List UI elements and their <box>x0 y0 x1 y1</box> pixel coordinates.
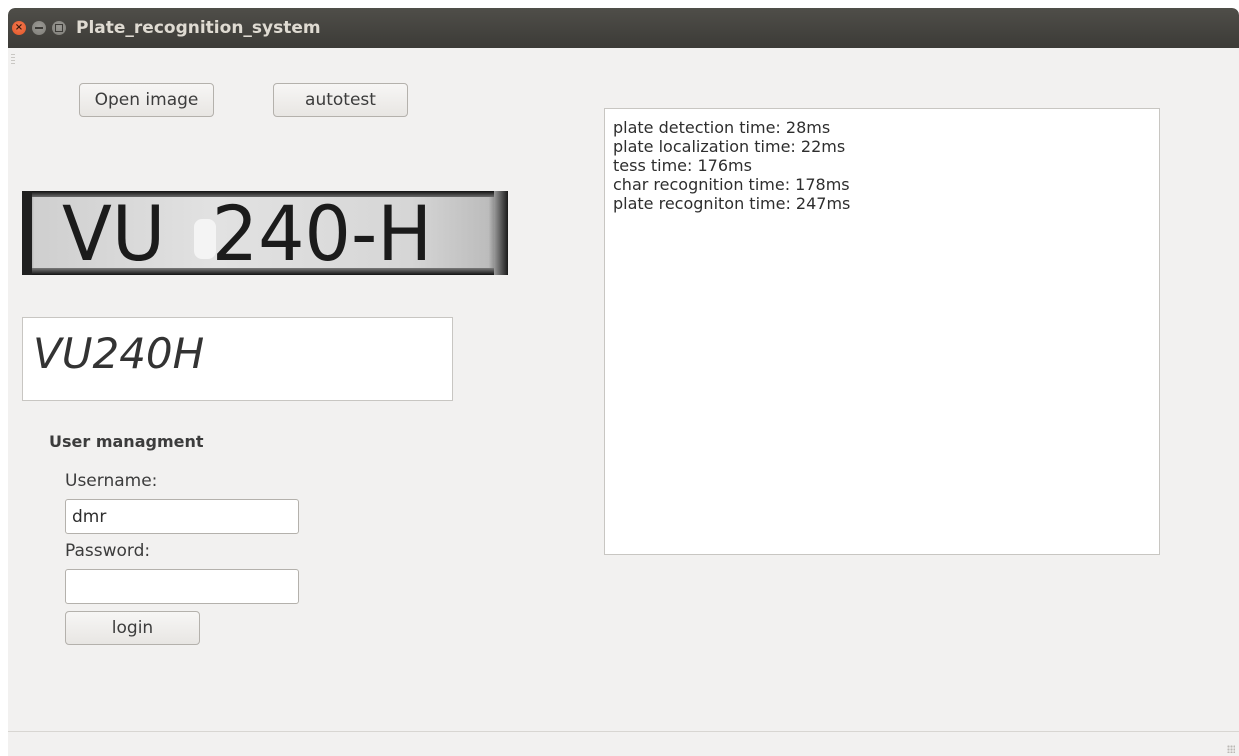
recognized-plate-display: VU240H <box>22 317 453 401</box>
username-label: Username: <box>65 471 158 491</box>
title-bar[interactable]: × Plate_recognition_system <box>8 8 1239 48</box>
application-window: × Plate_recognition_system Open image au… <box>8 8 1239 756</box>
password-label: Password: <box>65 541 151 561</box>
toolbar-grip-handle[interactable] <box>11 54 15 64</box>
log-line: char recognition time: 178ms <box>613 175 850 194</box>
log-line: plate recogniton time: 247ms <box>613 194 851 213</box>
license-plate-image: VU 240-H <box>22 191 508 275</box>
password-field[interactable] <box>65 569 299 604</box>
login-button[interactable]: login <box>65 611 200 645</box>
window-title: Plate_recognition_system <box>76 18 321 38</box>
close-icon[interactable]: × <box>12 21 26 35</box>
timing-log-panel[interactable]: plate detection time: 28ms plate localiz… <box>604 108 1160 555</box>
log-line: tess time: 176ms <box>613 156 752 175</box>
log-line: plate localization time: 22ms <box>613 137 846 156</box>
recognized-plate-text: VU240H <box>33 329 205 378</box>
user-management-heading: User managment <box>49 432 204 451</box>
minimize-icon[interactable] <box>32 21 46 35</box>
plate-image-left-edge <box>22 191 32 275</box>
log-line: plate detection time: 28ms <box>613 118 831 137</box>
resize-grip-icon[interactable] <box>1227 745 1235 753</box>
username-field[interactable] <box>65 499 299 534</box>
autotest-button[interactable]: autotest <box>273 83 408 117</box>
plate-image-characters: VU 240-H <box>62 191 433 275</box>
maximize-icon[interactable] <box>52 21 66 35</box>
status-bar <box>8 731 1239 756</box>
open-image-button[interactable]: Open image <box>79 83 214 117</box>
plate-image-right-edge <box>494 191 508 275</box>
